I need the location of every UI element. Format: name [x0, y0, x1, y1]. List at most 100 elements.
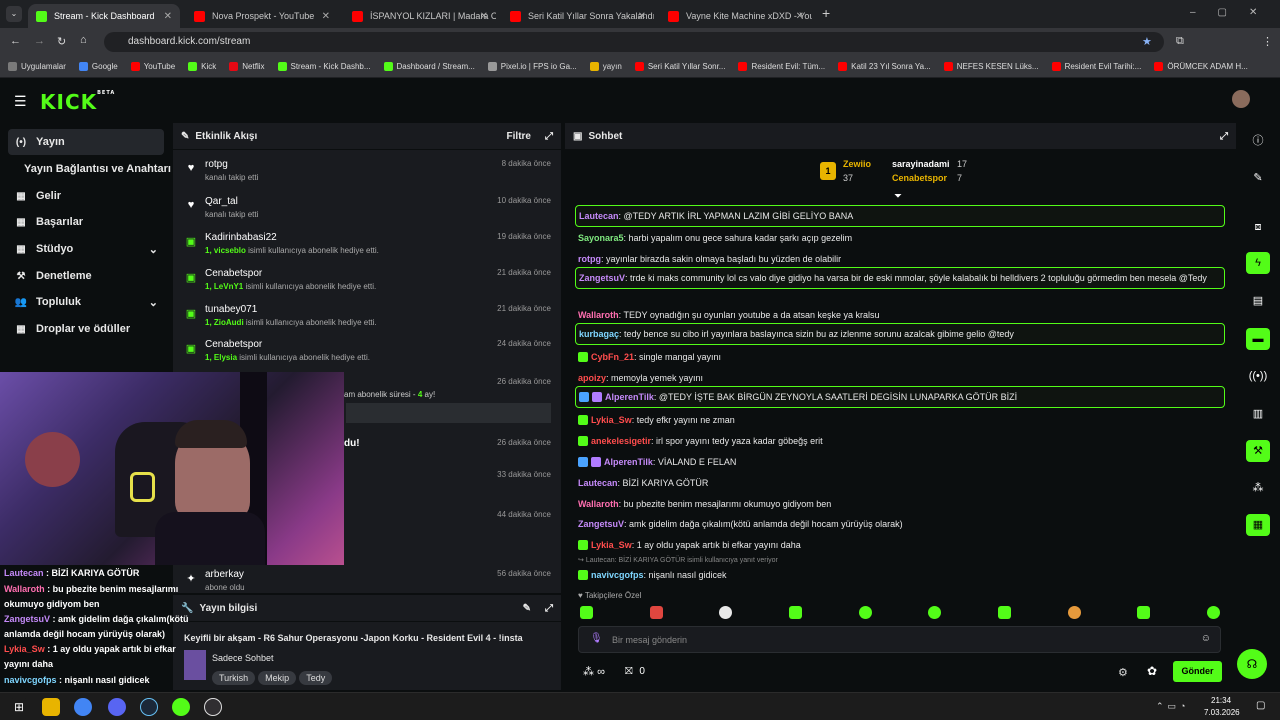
studio-icon: ▦: [16, 243, 26, 255]
obs-icon[interactable]: [204, 698, 222, 716]
info-icon[interactable]: ⓘ: [1246, 130, 1270, 152]
sidebar-item-gelir[interactable]: ▦ Gelir: [8, 183, 164, 209]
home-icon[interactable]: ⌂: [80, 34, 87, 46]
discord-icon[interactable]: [108, 698, 126, 716]
chrome-icon[interactable]: [74, 698, 92, 716]
emote[interactable]: [719, 606, 733, 619]
filter-button[interactable]: Filtre: [507, 131, 531, 142]
chat-input[interactable]: 🎙 Bir mesaj gönderin ☺: [578, 626, 1221, 653]
emote[interactable]: [1137, 606, 1151, 619]
emote[interactable]: [928, 606, 942, 619]
url-field[interactable]: dashboard.kick.com/stream: [104, 32, 1164, 52]
popout-icon[interactable]: ⤢: [545, 131, 553, 142]
clock-time: 21:34: [1211, 696, 1232, 705]
close-icon[interactable]: ✕: [796, 11, 804, 22]
bolt-icon[interactable]: ϟ: [1246, 252, 1270, 274]
reload-icon[interactable]: ↻: [57, 35, 66, 48]
wrench-icon[interactable]: ⚒: [1246, 440, 1270, 462]
sidebar-item-topluluk[interactable]: 👥 Topluluk ⌄: [8, 289, 164, 315]
bookmark-item[interactable]: Resident Evil Tarihi:...: [1051, 62, 1141, 71]
bookmark-item[interactable]: Katil 23 Yıl Sonra Ya...: [838, 62, 931, 71]
sidebar-item-yayin[interactable]: (•) Yayın: [8, 129, 164, 155]
gift-count[interactable]: ⛝ 0: [625, 666, 645, 677]
close-icon[interactable]: ✕: [480, 11, 488, 22]
sidebar-item-studyo[interactable]: ▦ Stüdyo ⌄: [8, 236, 164, 262]
forward-icon[interactable]: →: [34, 35, 45, 47]
sidebar-item-droplar[interactable]: ▦ Droplar ve ödüller: [8, 316, 164, 342]
bookmark-item[interactable]: Netflix: [229, 62, 265, 71]
emote-picker-icon[interactable]: ✿: [1147, 664, 1157, 678]
emote[interactable]: [649, 606, 663, 619]
bookmark-item[interactable]: Dashboard / Stream...: [383, 62, 475, 71]
server-icon[interactable]: ▥: [1246, 403, 1270, 425]
bookmark-item[interactable]: Seri Katil Yıllar Sonr...: [634, 62, 725, 71]
bookmark-item[interactable]: YouTube: [130, 62, 175, 71]
window-controls[interactable]: –▢✕: [1190, 7, 1279, 18]
broadcast-icon[interactable]: ((•)): [1246, 365, 1270, 387]
close-icon[interactable]: ✕: [322, 11, 330, 22]
overlay-chat-line: ZangetsuV : amk gidelim dağa çıkalım(köt…: [4, 614, 189, 639]
file-explorer-icon[interactable]: [42, 698, 60, 716]
tab-youtube-2[interactable]: İSPANYOL KIZLARI | Madara Ok ✕: [344, 4, 496, 28]
send-button[interactable]: Gönder: [1173, 661, 1222, 682]
tab-youtube-3[interactable]: Seri Katil Yıllar Sonra Yakalandı ✕: [502, 4, 654, 28]
emote[interactable]: [788, 606, 802, 619]
bookmark-item[interactable]: ÖRÜMCEK ADAM H...: [1154, 62, 1248, 71]
edit-icon[interactable]: ✎: [1246, 167, 1270, 189]
sidebar-item-stream-key[interactable]: Yayın Bağlantısı ve Anahtarı: [18, 156, 174, 182]
emote-section-label: ♥ Takipçilere Özel: [578, 591, 642, 600]
back-icon[interactable]: ←: [10, 35, 21, 47]
emote[interactable]: [858, 606, 872, 619]
sidebar-item-basarilar[interactable]: ▦ Başarılar: [8, 209, 164, 235]
tab-kick-dashboard[interactable]: Stream - Kick Dashboard ✕: [28, 4, 180, 28]
hamburger-menu-icon[interactable]: ☰: [14, 93, 27, 110]
tab-search-button[interactable]: ⌄: [6, 6, 22, 22]
kick-taskbar-icon[interactable]: [172, 698, 190, 716]
bookmark-item[interactable]: Resident Evil: Tüm...: [738, 62, 825, 71]
bookmark-item[interactable]: Kick: [188, 62, 216, 71]
popout-icon[interactable]: ⤢: [1220, 131, 1228, 142]
community-icon[interactable]: ⁂: [1246, 477, 1270, 499]
emote[interactable]: [1206, 606, 1220, 619]
camera-icon[interactable]: ⧈: [1246, 216, 1270, 238]
emote[interactable]: [580, 606, 593, 619]
menu-icon[interactable]: ⋮: [1262, 35, 1273, 48]
bookmark-item[interactable]: Uygulamalar: [8, 62, 66, 71]
close-icon[interactable]: ✕: [638, 11, 646, 22]
tab-youtube-1[interactable]: Nova Prospekt - YouTube ✕: [186, 4, 338, 28]
bookmark-item[interactable]: Stream - Kick Dashb...: [277, 62, 371, 71]
clapper-icon[interactable]: ▦: [1246, 514, 1270, 536]
bookmark-item[interactable]: NEFES KESEN Lüks...: [943, 62, 1039, 71]
bookmark-star-icon[interactable]: ★: [1142, 35, 1152, 48]
chat-icon: ▣: [573, 130, 583, 142]
notification-icon[interactable]: ▢: [1256, 700, 1265, 711]
activity-item: ▣ tunabey071 1, ZioAudi isimli kullanıcıya…: [185, 304, 551, 327]
emote[interactable]: [1067, 606, 1081, 619]
mic-icon[interactable]: 🎙: [590, 633, 603, 644]
sidebar-item-denetleme[interactable]: ⚒ Denetleme: [8, 263, 164, 289]
extensions-icon[interactable]: ⧉: [1176, 35, 1184, 48]
close-icon[interactable]: ✕: [164, 11, 172, 22]
bookmark-item[interactable]: Pixel.io | FPS io Ga...: [487, 62, 577, 71]
tray-icons[interactable]: ⌃▭◔: [1156, 701, 1189, 712]
new-tab-button[interactable]: +: [822, 5, 830, 21]
chat-message: AlperenTilk: @TEDY İŞTE BAK BİRGÜN ZEYNO…: [575, 386, 1225, 408]
avatar[interactable]: [1232, 90, 1250, 108]
bookmark-folder[interactable]: yayın: [589, 62, 622, 71]
emoji-icon[interactable]: ☺: [1201, 633, 1211, 644]
edit-icon[interactable]: ✎: [523, 603, 531, 614]
settings-icon[interactable]: ⚙: [1118, 666, 1128, 679]
chat-icon[interactable]: ▬: [1246, 328, 1270, 350]
collapse-icon[interactable]: ⏷: [894, 191, 902, 202]
document-icon[interactable]: ▤: [1246, 290, 1270, 312]
help-button[interactable]: ☊: [1237, 649, 1267, 679]
popout-icon[interactable]: ⤢: [545, 603, 553, 614]
stream-info-panel: 🔧 Yayın bilgisi ✎ ⤢ Keyifli bir akşam - …: [173, 595, 561, 690]
steam-icon[interactable]: [140, 698, 158, 716]
kick-logo[interactable]: KICKBETA: [40, 90, 115, 114]
bookmark-item[interactable]: Google: [78, 62, 118, 71]
emote[interactable]: [997, 606, 1011, 619]
tab-youtube-4[interactable]: Vayne Kite Machine xDXD - You ✕: [660, 4, 812, 28]
start-icon[interactable]: ⊞: [10, 698, 28, 716]
channel-points[interactable]: ⁂ ∞: [583, 665, 605, 678]
